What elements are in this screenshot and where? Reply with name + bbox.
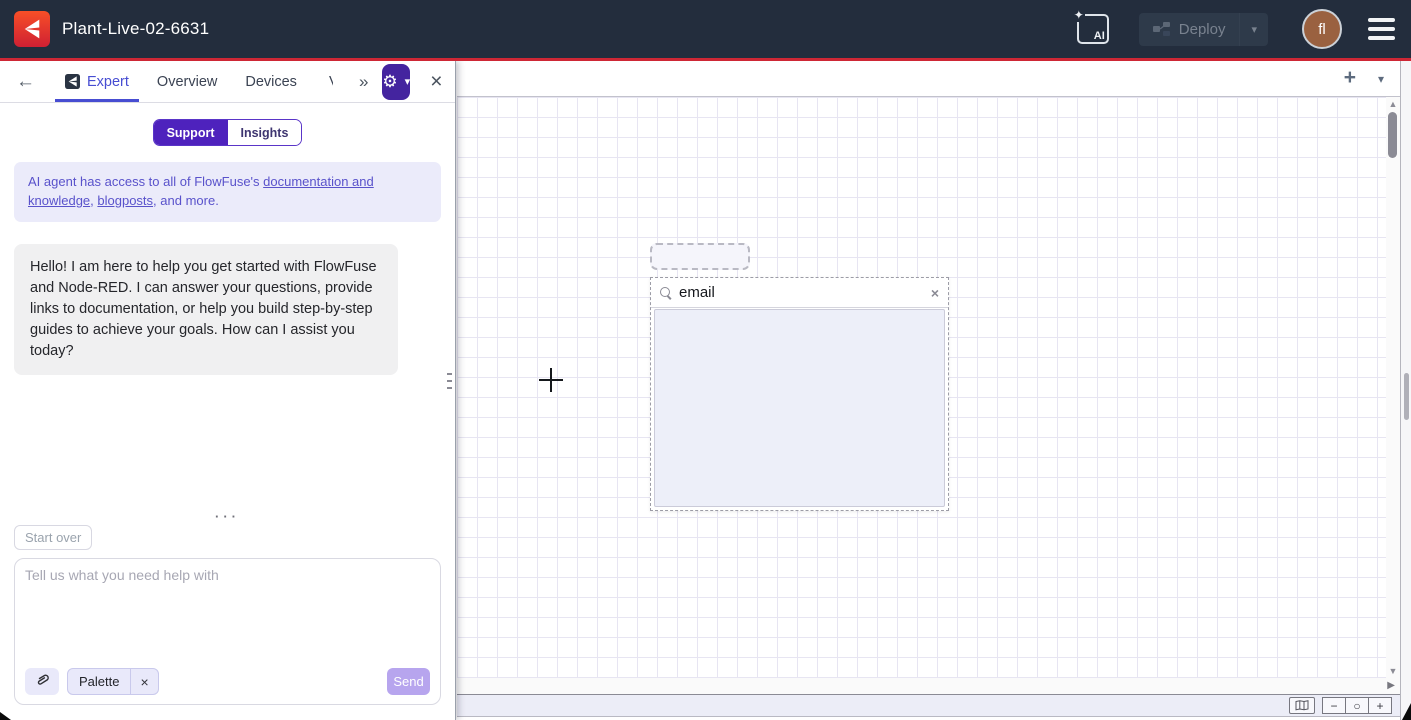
scroll-down-arrow-icon[interactable]: ▼ [1386, 666, 1400, 676]
ai-access-banner: AI agent has access to all of FlowFuse's… [14, 162, 441, 222]
deploy-button-group: Deploy ▾ [1139, 13, 1268, 46]
attach-button[interactable] [25, 668, 59, 695]
hamburger-icon [1368, 18, 1395, 22]
instance-title: Plant-Live-02-6631 [62, 19, 209, 39]
toggle-support[interactable]: Support [154, 120, 228, 145]
remove-palette-chip-button[interactable]: × [131, 674, 157, 690]
quick-add-results-empty [654, 309, 945, 507]
deploy-button[interactable]: Deploy [1139, 13, 1240, 46]
canvas-horizontal-scrollbar: ▶ [457, 678, 1400, 694]
workspace-grid[interactable]: × [457, 97, 1386, 678]
search-icon [660, 287, 672, 299]
blogposts-link[interactable]: blogposts [97, 193, 153, 208]
palette-chip-label: Palette [68, 674, 130, 689]
toggle-insights[interactable]: Insights [228, 120, 302, 145]
page-scroll-thumb[interactable] [1404, 373, 1409, 420]
expand-tabs-button[interactable]: » [355, 72, 372, 92]
zoom-controls: − ○ + [1322, 697, 1392, 714]
main-menu-button[interactable] [1366, 14, 1397, 44]
tab-expert-label: Expert [87, 74, 129, 90]
canvas-footer-toolbar: − ○ + [457, 694, 1400, 717]
zoom-reset-button[interactable]: ○ [1345, 697, 1369, 714]
add-flow-button[interactable]: + [1344, 66, 1356, 90]
assistant-welcome-message: Hello! I am here to help you get started… [14, 244, 398, 375]
flow-list-chevron[interactable]: ▾ [1378, 72, 1384, 86]
sparkle-icon: ✦ [1073, 8, 1085, 22]
deploy-options-caret[interactable]: ▾ [1239, 13, 1268, 46]
mode-toggle-row: Support Insights [0, 119, 455, 146]
tab-expert[interactable]: Expert [61, 61, 133, 102]
send-button[interactable]: Send [387, 668, 430, 695]
chevron-down-icon: ▾ [405, 75, 411, 88]
map-icon [1295, 700, 1309, 711]
node-search-input[interactable] [679, 284, 931, 301]
flow-tab-strip: + ▾ [457, 61, 1400, 97]
node-wire-icon [1153, 22, 1170, 36]
flow-editor-canvas: + ▾ × ▲ ▼ ▶ [457, 61, 1411, 720]
sidebar-tabbar: ← Expert Overview Devices Ver » [0, 61, 455, 103]
tab-devices[interactable]: Devices [241, 61, 301, 102]
canvas-vertical-scrollbar: ▲ ▼ [1386, 97, 1400, 678]
support-insights-toggle: Support Insights [153, 119, 303, 146]
zoom-out-button[interactable]: − [1322, 697, 1346, 714]
header: Plant-Live-02-6631 ✦ AI Deploy ▾ fl [0, 0, 1411, 61]
user-avatar[interactable]: fl [1302, 9, 1342, 49]
navigator-toggle-button[interactable] [1289, 697, 1315, 714]
scroll-right-arrow-icon[interactable]: ▶ [1387, 680, 1395, 691]
chevron-down-icon: ▾ [1251, 23, 1257, 36]
flowfuse-editor: Plant-Live-02-6631 ✦ AI Deploy ▾ fl [0, 0, 1411, 720]
ghost-node-placeholder [650, 243, 750, 270]
gear-icon: ⚙ [382, 73, 397, 90]
back-button[interactable]: ← [10, 71, 41, 93]
start-over-button[interactable]: Start over [14, 525, 92, 550]
chat-input[interactable] [25, 567, 430, 658]
deploy-label: Deploy [1179, 21, 1226, 38]
composer-toolbar: Palette × Send [25, 668, 430, 695]
close-panel-button[interactable]: × [424, 70, 448, 94]
chat-resize-handle[interactable]: ··· [0, 509, 455, 524]
panel-drag-handle[interactable] [447, 373, 452, 389]
scroll-up-arrow-icon[interactable]: ▲ [1386, 99, 1400, 109]
quick-add-node-dialog: × [650, 277, 949, 511]
settings-dropdown-button[interactable]: ⚙ ▾ [382, 64, 410, 100]
palette-context-chip: Palette × [67, 668, 159, 695]
vertical-scroll-thumb[interactable] [1388, 112, 1397, 158]
page-scrollbar [1400, 61, 1411, 720]
quick-add-search-row: × [651, 278, 948, 308]
ai-assistant-icon[interactable]: ✦ AI [1077, 14, 1109, 44]
crosshair-cursor [539, 368, 563, 392]
zoom-in-button[interactable]: + [1368, 697, 1392, 714]
assistant-sidebar: ← Expert Overview Devices Ver » [0, 61, 456, 720]
tab-overview[interactable]: Overview [153, 61, 221, 102]
flowfuse-mini-icon [65, 74, 80, 89]
flowfuse-logo-glyph [19, 16, 45, 42]
flowfuse-logo-icon[interactable] [14, 11, 50, 47]
tab-version-history[interactable]: Ver [325, 61, 333, 102]
paperclip-icon [35, 674, 50, 690]
chat-composer: Palette × Send [14, 558, 441, 705]
clear-search-button[interactable]: × [931, 286, 939, 300]
